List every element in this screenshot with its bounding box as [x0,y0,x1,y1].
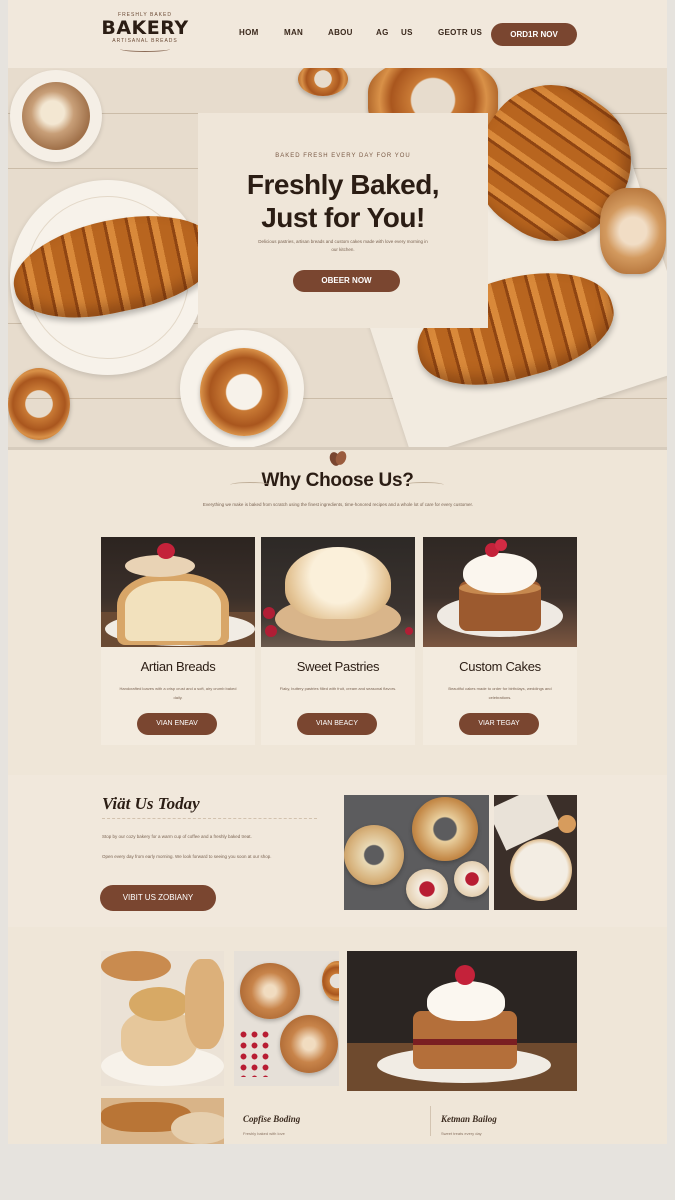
gallery-subcaption-1: Freshly baked with love [243,1131,285,1136]
site-header: FRESHLY BAKED BAKERY ARTISANAL BREADS HO… [8,0,667,68]
logo[interactable]: FRESHLY BAKED BAKERY ARTISANAL BREADS [100,10,190,58]
hero-kicker: BAKED FRESH EVERY DAY FOR YOU [275,153,411,159]
hero-title-line2: Just for You! [261,202,425,233]
cake-photo [347,951,577,1091]
card-sweet-pastries: Sweet Pastries Flaky, buttery pastries f… [261,537,415,745]
coffee-bean-icon [329,451,347,466]
hero-section: BAKED FRESH EVERY DAY FOR YOU Freshly Ba… [8,68,667,448]
card-artisan-breads: Artian Breads Handcrafted loaves with a … [101,537,255,745]
card-custom-cakes: Custom Cakes Beautiful cakes made to ord… [423,537,577,745]
card-description: Handcrafted loaves with a crisp crust an… [119,686,237,700]
nav-about[interactable]: ABOU [328,28,353,37]
hero-title: Freshly Baked, Just for You! [198,168,488,234]
coffee-cup-image [10,70,102,162]
card-title: Sweet Pastries [296,659,380,674]
logo-wordmark: BAKERY [101,17,189,39]
visit-us-button[interactable]: VIBIT US ZOBIANY [100,885,216,911]
cake-image [423,537,577,647]
left-flourish-icon [230,482,270,488]
cream-puff-photo [101,951,224,1086]
card-description: Flaky, buttery pastries filled with frui… [279,686,397,691]
nav-menu[interactable]: MAN [284,28,303,37]
why-title: Why Choose Us? [261,470,414,491]
gallery-caption-1: Copfise Boding [243,1114,301,1124]
visit-section: Viät Us Today Stop by our cozy bakery fo… [8,775,667,927]
visit-divider [102,817,317,819]
why-description: Everything we make is baked from scratch… [202,502,474,507]
nav-us[interactable]: US [401,28,413,37]
pastry-image [298,68,348,96]
visit-description-2: Open every day from early morning. We lo… [102,854,272,859]
logo-tagline-bottom: ARTISANAL BREADS [112,38,178,44]
hero-card: BAKED FRESH EVERY DAY FOR YOU Freshly Ba… [198,113,488,328]
danish-image [600,188,666,274]
gallery-caption-2: Ketman Bailog [441,1114,497,1124]
order-now-button[interactable]: ORD1R NOV [491,23,577,46]
gallery-divider [430,1106,431,1136]
gallery-section: Copfise Boding Freshly baked with love K… [8,928,667,1144]
hero-order-button[interactable]: OBEER NOW [293,270,400,292]
donut-image [200,348,288,436]
gallery-subcaption-2: Sweet treats every day [441,1131,482,1136]
pastry-image [261,537,415,647]
nav-contact[interactable]: GEOTR US [438,28,482,37]
card-description: Beautiful cakes made to order for birthd… [448,686,552,700]
hero-title-line1: Freshly Baked, [246,169,440,200]
pie-photo [494,795,577,910]
card-button[interactable]: VIAN BEACY [297,713,377,735]
hero-description: Delicious pastries, artisan breads and c… [258,239,428,252]
nav-home[interactable]: HOM [239,28,259,37]
bread-image [101,537,255,647]
bread-loaf-photo [101,1098,224,1144]
bottom-margin [0,1144,675,1200]
card-button[interactable]: VIAR TEGAY [459,713,539,735]
logo-swoosh-icon [120,46,170,52]
visit-title: Viät Us Today [102,794,200,813]
right-flourish-icon [404,482,444,488]
rolls-photo [234,951,339,1086]
nav-ag[interactable]: AG [376,28,389,37]
card-title: Artian Breads [140,659,216,674]
roll-image [8,368,70,440]
donuts-photo [344,795,489,910]
card-title: Custom Cakes [459,659,541,674]
page: FRESHLY BAKED BAKERY ARTISANAL BREADS HO… [8,0,667,1144]
card-button[interactable]: VIAN ENEAV [137,713,217,735]
visit-description-1: Stop by our cozy bakery for a warm cup o… [102,834,252,839]
